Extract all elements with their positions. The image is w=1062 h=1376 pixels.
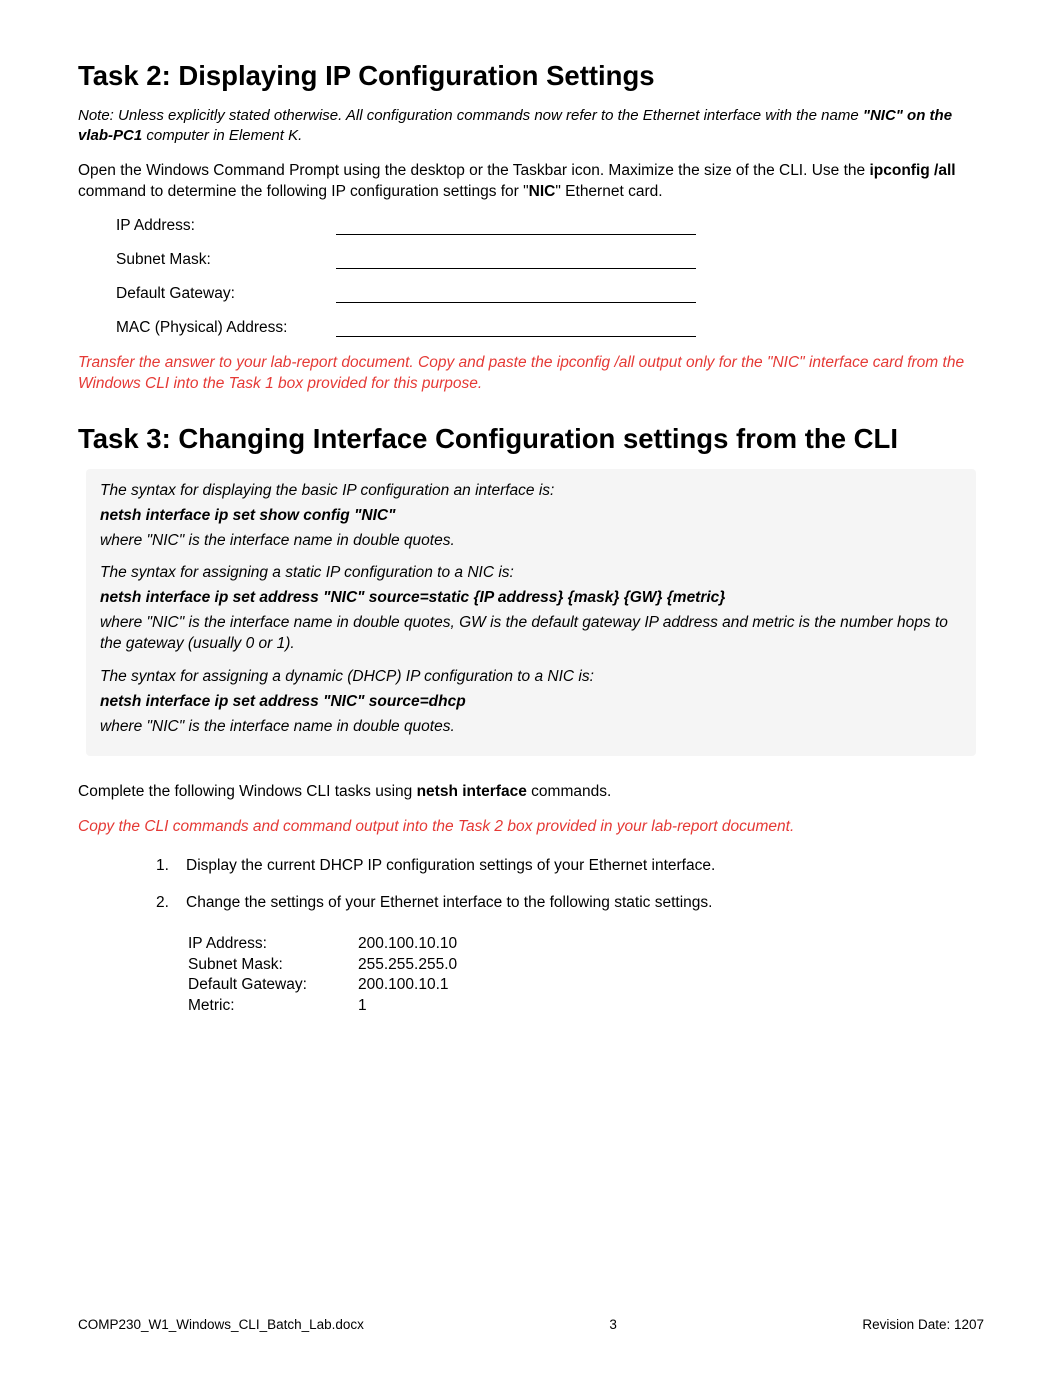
- field-mac-address: MAC (Physical) Address:: [116, 319, 984, 337]
- settings-gw-value: 200.100.10.1: [358, 975, 449, 996]
- open-text-1: Open the Windows Command Prompt using th…: [78, 162, 869, 179]
- list-text-2: Change the settings of your Ethernet int…: [186, 893, 712, 914]
- list-num-2: 2.: [156, 893, 186, 914]
- settings-ip-label: IP Address:: [188, 934, 358, 955]
- settings-metric-label: Metric:: [188, 996, 358, 1017]
- note-text-prefix: Note: Unless explicitly stated otherwise…: [78, 107, 863, 124]
- open-text-2: command to determine the following IP co…: [78, 183, 529, 200]
- settings-mask-label: Subnet Mask:: [188, 955, 358, 976]
- field-label-ip: IP Address:: [116, 217, 336, 235]
- box-line-8: netsh interface ip set address "NIC" sou…: [100, 692, 962, 713]
- box-line-1: The syntax for displaying the basic IP c…: [100, 481, 962, 502]
- settings-metric: Metric: 1: [188, 996, 984, 1017]
- ip-fields-block: IP Address: Subnet Mask: Default Gateway…: [116, 217, 984, 337]
- list-text-1: Display the current DHCP IP configuratio…: [186, 856, 715, 877]
- page-footer: COMP230_W1_Windows_CLI_Batch_Lab.docx 3 …: [78, 1317, 984, 1332]
- field-ip-address: IP Address:: [116, 217, 984, 235]
- open-bold-ipconfig: ipconfig /all: [869, 162, 955, 179]
- task3-syntax-box: The syntax for displaying the basic IP c…: [86, 469, 976, 756]
- field-blank-mac[interactable]: [336, 323, 696, 337]
- footer-page-number: 3: [609, 1317, 617, 1332]
- field-blank-ip[interactable]: [336, 221, 696, 235]
- list-item-2: 2. Change the settings of your Ethernet …: [156, 893, 984, 914]
- settings-mask-value: 255.255.255.0: [358, 955, 457, 976]
- field-label-mac: MAC (Physical) Address:: [116, 319, 336, 337]
- box-line-9: where "NIC" is the interface name in dou…: [100, 717, 962, 738]
- box-line-3: where "NIC" is the interface name in dou…: [100, 531, 962, 552]
- task3-heading: Task 3: Changing Interface Configuration…: [78, 423, 984, 455]
- task2-open-paragraph: Open the Windows Command Prompt using th…: [78, 161, 984, 203]
- list-num-1: 1.: [156, 856, 186, 877]
- open-text-3: " Ethernet card.: [555, 183, 662, 200]
- task2-note: Note: Unless explicitly stated otherwise…: [78, 106, 984, 145]
- settings-ip: IP Address: 200.100.10.10: [188, 934, 984, 955]
- box-line-5: netsh interface ip set address "NIC" sou…: [100, 588, 962, 609]
- settings-metric-value: 1: [358, 996, 367, 1017]
- field-label-gw: Default Gateway:: [116, 285, 336, 303]
- box-line-4: The syntax for assigning a static IP con…: [100, 563, 962, 584]
- note-text-suffix: computer in Element K.: [146, 127, 302, 144]
- field-default-gateway: Default Gateway:: [116, 285, 984, 303]
- field-blank-mask[interactable]: [336, 255, 696, 269]
- open-bold-nic: NIC: [529, 183, 556, 200]
- box-line-6: where "NIC" is the interface name in dou…: [100, 613, 962, 655]
- settings-gw-label: Default Gateway:: [188, 975, 358, 996]
- field-blank-gw[interactable]: [336, 289, 696, 303]
- box-line-7: The syntax for assigning a dynamic (DHCP…: [100, 667, 962, 688]
- complete-text-1: Complete the following Windows CLI tasks…: [78, 783, 417, 800]
- task2-red-instruction: Transfer the answer to your lab-report d…: [78, 353, 984, 395]
- settings-ip-value: 200.100.10.10: [358, 934, 457, 955]
- task3-red-instruction: Copy the CLI commands and command output…: [78, 817, 984, 838]
- complete-text-2: commands.: [531, 783, 611, 800]
- task3-complete-paragraph: Complete the following Windows CLI tasks…: [78, 782, 984, 803]
- settings-gw: Default Gateway: 200.100.10.1: [188, 975, 984, 996]
- field-subnet-mask: Subnet Mask:: [116, 251, 984, 269]
- task2-heading: Task 2: Displaying IP Configuration Sett…: [78, 60, 984, 92]
- list-item-1: 1. Display the current DHCP IP configura…: [156, 856, 984, 877]
- field-label-mask: Subnet Mask:: [116, 251, 336, 269]
- settings-mask: Subnet Mask: 255.255.255.0: [188, 955, 984, 976]
- box-line-2: netsh interface ip set show config "NIC": [100, 506, 962, 527]
- static-settings-block: IP Address: 200.100.10.10 Subnet Mask: 2…: [188, 934, 984, 1018]
- footer-left: COMP230_W1_Windows_CLI_Batch_Lab.docx: [78, 1317, 364, 1332]
- complete-bold: netsh interface: [417, 783, 527, 800]
- footer-right: Revision Date: 1207: [862, 1317, 984, 1332]
- numbered-list: 1. Display the current DHCP IP configura…: [156, 856, 984, 914]
